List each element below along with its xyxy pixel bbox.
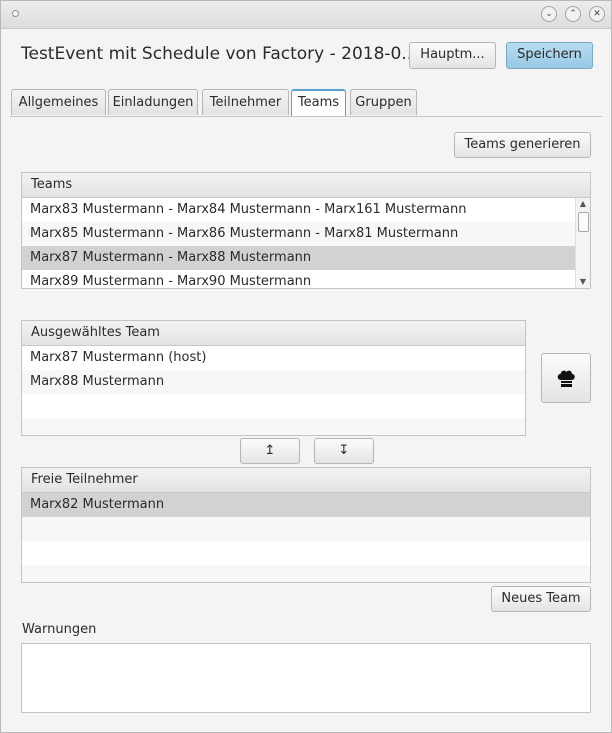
list-item[interactable]: Marx85 Mustermann - Marx86 Mustermann - … xyxy=(22,222,590,246)
selected-team-header: Ausgewähltes Team xyxy=(22,321,525,346)
teams-list-scrollbar[interactable]: ▲ ▼ xyxy=(575,198,590,288)
tab-teilnehmer[interactable]: Teilnehmer xyxy=(202,89,289,115)
main-menu-button[interactable]: Hauptm... xyxy=(409,42,496,69)
list-item-empty xyxy=(22,394,525,418)
tab-teams[interactable]: Teams xyxy=(291,89,346,117)
assign-cook-button[interactable] xyxy=(541,353,591,403)
warnings-textarea[interactable] xyxy=(21,643,591,713)
teams-list: Teams Marx83 Mustermann - Marx84 Musterm… xyxy=(21,172,591,289)
free-participants-header: Freie Teilnehmer xyxy=(22,468,590,493)
page-title: TestEvent mit Schedule von Factory - 201… xyxy=(21,44,418,64)
tab-einladungen[interactable]: Einladungen xyxy=(108,89,198,115)
arrow-up-icon: ↥ xyxy=(264,443,276,458)
selected-team-list: Ausgewähltes Team Marx87 Mustermann (hos… xyxy=(21,320,526,436)
tab-gruppen[interactable]: Gruppen xyxy=(350,89,417,115)
chef-hat-icon xyxy=(557,370,575,387)
move-up-button[interactable]: ↥ xyxy=(240,438,300,464)
window-titlebar[interactable]: ⌄ ⌃ ✕ xyxy=(1,1,611,29)
scroll-up-icon[interactable]: ▲ xyxy=(576,198,590,210)
list-item[interactable]: Marx83 Mustermann - Marx84 Mustermann - … xyxy=(22,198,590,222)
teams-tab-content: Teams generieren Teams Marx83 Mustermann… xyxy=(10,116,602,729)
header-bar: TestEvent mit Schedule von Factory - 201… xyxy=(1,29,611,85)
window-menu-icon[interactable] xyxy=(12,10,19,17)
new-team-button[interactable]: Neues Team xyxy=(491,586,591,612)
tab-allgemeines[interactable]: Allgemeines xyxy=(11,89,106,115)
list-item-empty xyxy=(22,565,590,582)
close-button[interactable]: ✕ xyxy=(589,6,605,22)
maximize-button[interactable]: ⌃ xyxy=(565,6,581,22)
scroll-down-icon[interactable]: ▼ xyxy=(576,276,590,288)
teams-list-header: Teams xyxy=(22,173,590,198)
list-item-empty xyxy=(22,418,525,435)
move-down-button[interactable]: ↧ xyxy=(314,438,374,464)
minimize-button[interactable]: ⌄ xyxy=(541,6,557,22)
list-item[interactable]: Marx89 Mustermann - Marx90 Mustermann xyxy=(22,270,590,288)
free-participants-list: Freie Teilnehmer Marx82 Mustermann xyxy=(21,467,591,583)
list-item-empty xyxy=(22,541,590,565)
list-item-empty xyxy=(22,517,590,541)
list-item[interactable]: Marx87 Mustermann - Marx88 Mustermann xyxy=(22,246,590,270)
list-item[interactable]: Marx87 Mustermann (host) xyxy=(22,346,525,370)
list-item[interactable]: Marx88 Mustermann xyxy=(22,370,525,394)
arrow-down-icon: ↧ xyxy=(338,443,350,458)
list-item[interactable]: Marx82 Mustermann xyxy=(22,493,590,517)
generate-teams-button[interactable]: Teams generieren xyxy=(454,132,591,158)
app-window: ⌄ ⌃ ✕ TestEvent mit Schedule von Factory… xyxy=(0,0,612,733)
warnings-label: Warnungen xyxy=(22,622,97,637)
scroll-thumb[interactable] xyxy=(578,212,589,232)
save-button[interactable]: Speichern xyxy=(506,42,593,69)
